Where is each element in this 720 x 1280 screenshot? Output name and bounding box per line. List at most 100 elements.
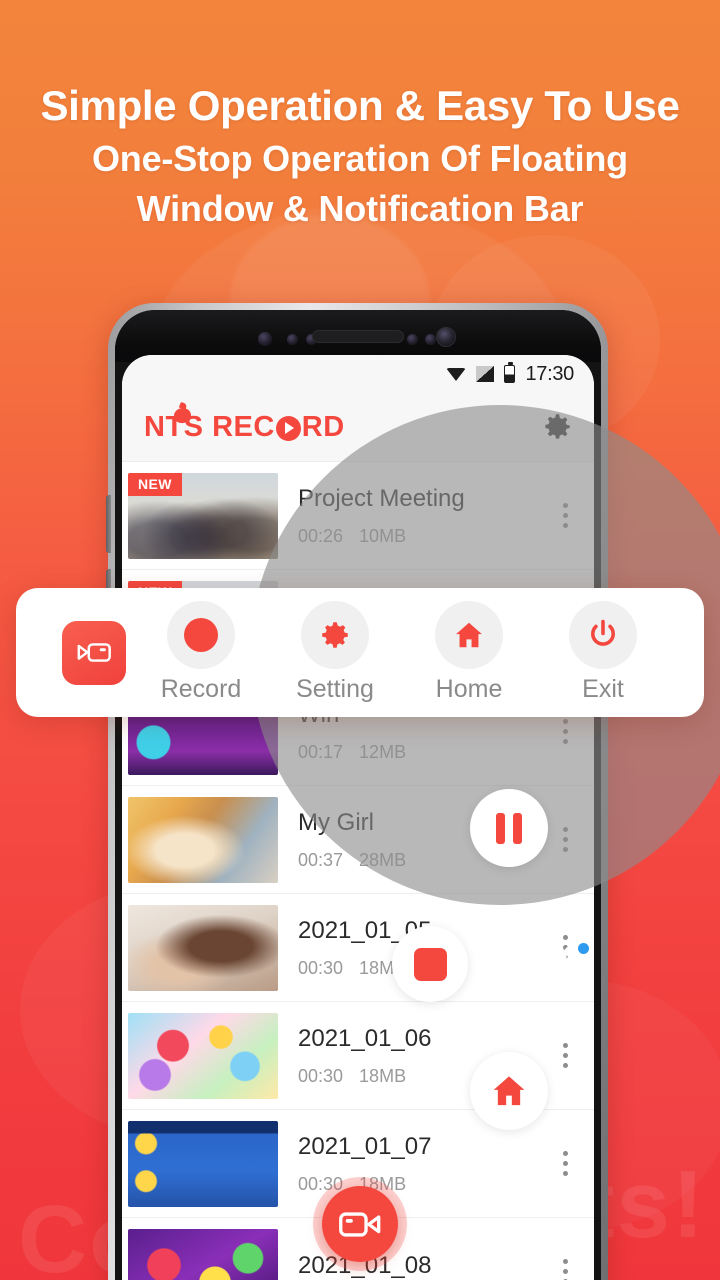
toolbar-items: Record Setting Home Exit xyxy=(134,601,670,704)
recording-meta: 2021_01_08 xyxy=(278,1251,554,1280)
floating-toolbar[interactable]: Record Setting Home Exit xyxy=(16,588,704,717)
recording-list-item[interactable]: NEW Project Meeting 00:26 10MB xyxy=(122,462,594,570)
sensor-dot xyxy=(425,334,436,345)
battery-icon xyxy=(504,362,516,383)
kebab-dot-icon xyxy=(562,719,568,724)
recording-duration: 00:30 xyxy=(298,958,344,978)
kebab-dot-icon xyxy=(562,1063,568,1068)
kebab-dot-icon xyxy=(562,1151,568,1156)
camcorder-icon xyxy=(339,1211,381,1237)
kebab-dot-icon xyxy=(562,1043,568,1048)
toolbar-icon-circle xyxy=(167,601,235,669)
recording-more-menu-button[interactable] xyxy=(554,1259,576,1280)
recordings-list[interactable]: NEWProject Meeting00:2610MBNEWWin00:1712… xyxy=(122,462,594,1280)
earpiece-speaker xyxy=(312,330,404,343)
stop-button[interactable] xyxy=(392,926,468,1002)
sensor-dot xyxy=(407,334,418,345)
kebab-dot-icon xyxy=(562,1053,568,1058)
toolbar-app-icon[interactable] xyxy=(62,620,126,685)
kebab-dot-icon xyxy=(562,1171,568,1176)
recording-thumbnail[interactable]: NEW xyxy=(128,472,278,559)
recording-duration: 00:37 xyxy=(298,850,344,870)
record-fab-button[interactable] xyxy=(322,1186,398,1262)
headline-block: Simple Operation & Easy To Use One-Stop … xyxy=(0,78,720,234)
recording-timer: 00:16 xyxy=(487,938,583,982)
recording-duration: 00:17 xyxy=(298,742,344,762)
home-icon xyxy=(493,1076,525,1106)
power-icon xyxy=(591,619,615,646)
recording-subtitle: 00:17 12MB xyxy=(298,742,554,763)
camcorder-icon xyxy=(77,643,111,662)
recording-more-menu-button[interactable] xyxy=(554,827,576,852)
toolbar-item-setting[interactable]: Setting xyxy=(275,601,395,704)
logo-text-part3: RD xyxy=(301,410,345,443)
kebab-dot-icon xyxy=(562,513,568,518)
gear-icon xyxy=(545,414,570,439)
toolbar-item-label: Setting xyxy=(296,675,374,703)
status-bar-time: 17:30 xyxy=(525,362,574,385)
pause-icon xyxy=(513,812,522,844)
recording-duration: 00:26 xyxy=(298,526,344,546)
toolbar-icon-circle xyxy=(301,601,369,669)
recording-size: 18MB xyxy=(359,1066,407,1086)
recording-size: 28MB xyxy=(359,850,407,870)
phone-mockup: 17:30 N TS REC RD NEW Project Meeting 00:26 1… xyxy=(106,303,608,1280)
recording-meta: 2021_01_07 00:30 18MB xyxy=(278,1132,554,1195)
wifi-icon xyxy=(446,367,467,382)
toolbar-icon-circle xyxy=(569,601,637,669)
recording-meta: Project Meeting 00:26 10MB xyxy=(278,484,554,547)
settings-button[interactable] xyxy=(540,410,574,444)
home-icon xyxy=(456,622,482,648)
toolbar-item-label: Record xyxy=(160,675,242,703)
status-bar: 17:30 xyxy=(122,355,594,393)
gear-icon xyxy=(322,622,348,648)
recording-thumbnail[interactable] xyxy=(128,796,278,883)
headline-line-2: One-Stop Operation Of Floating xyxy=(92,138,628,179)
toolbar-item-exit[interactable]: Exit xyxy=(543,601,663,704)
kebab-dot-icon xyxy=(562,1259,568,1264)
toolbar-item-label: Exit xyxy=(582,675,624,703)
stop-icon xyxy=(413,947,447,981)
recording-thumbnail[interactable] xyxy=(128,1012,278,1099)
overlay-home-button[interactable] xyxy=(470,1052,548,1130)
recording-title: Project Meeting xyxy=(298,485,465,512)
headline-line-1: Simple Operation & Easy To Use xyxy=(40,82,680,129)
promo-screenshot: Co ts! Simple Operation & Easy To Use On… xyxy=(0,0,720,1280)
kebab-dot-icon xyxy=(562,837,568,842)
app-logo: N TS REC RD xyxy=(144,406,345,444)
recording-more-menu-button[interactable] xyxy=(554,1151,576,1176)
recording-size: 10MB xyxy=(359,526,407,546)
signal-icon xyxy=(476,366,495,382)
kebab-dot-icon xyxy=(562,523,568,528)
recording-thumbnail[interactable] xyxy=(128,1120,278,1207)
kebab-dot-icon xyxy=(562,503,568,508)
kebab-dot-icon xyxy=(562,729,568,734)
toolbar-item-record[interactable]: Record xyxy=(141,601,261,704)
recording-more-menu-button[interactable] xyxy=(554,503,576,528)
recording-subtitle: 00:26 10MB xyxy=(298,526,554,547)
recording-more-menu-button[interactable] xyxy=(554,719,576,744)
kebab-dot-icon xyxy=(562,827,568,832)
recording-duration: 00:30 xyxy=(298,1066,344,1086)
toolbar-item-home[interactable]: Home xyxy=(409,601,529,704)
recording-dot-icon xyxy=(578,943,589,954)
record-circle-icon xyxy=(184,618,218,652)
new-badge: NEW xyxy=(128,472,182,496)
pause-icon xyxy=(496,812,505,844)
toolbar-icon-circle xyxy=(435,601,503,669)
front-camera xyxy=(436,327,456,347)
pause-button[interactable] xyxy=(470,789,548,867)
recording-title: 2021_01_06 xyxy=(298,1025,432,1052)
volume-up-button[interactable] xyxy=(106,495,111,553)
kebab-dot-icon xyxy=(562,1269,568,1274)
app-bar: N TS REC RD xyxy=(122,393,594,461)
recording-thumbnail[interactable] xyxy=(128,904,278,991)
recording-thumbnail[interactable] xyxy=(128,1228,278,1280)
sensor-dot xyxy=(287,334,298,345)
kebab-dot-icon xyxy=(562,1161,568,1166)
toolbar-item-label: Home xyxy=(435,675,503,703)
kebab-dot-icon xyxy=(562,739,568,744)
recording-title: 2021_01_07 xyxy=(298,1133,432,1160)
logo-text-part1: N xyxy=(144,410,166,443)
recording-more-menu-button[interactable] xyxy=(554,1043,576,1068)
